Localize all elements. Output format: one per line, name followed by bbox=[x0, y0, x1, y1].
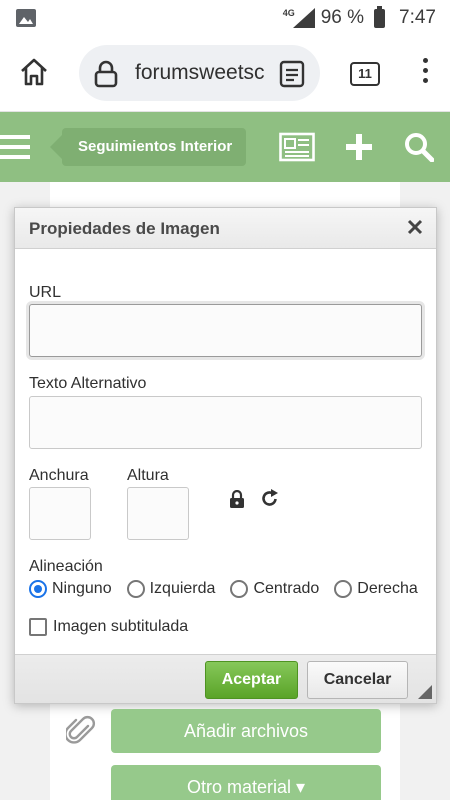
add-files-button[interactable]: Añadir archivos bbox=[111, 709, 381, 753]
battery-percent: 96 % bbox=[320, 7, 365, 28]
height-input[interactable] bbox=[127, 487, 189, 540]
status-bar: 4G 96 % 7:47 bbox=[0, 0, 450, 36]
plus-icon[interactable] bbox=[346, 134, 372, 160]
reset-size-icon[interactable] bbox=[261, 488, 279, 508]
align-option-left[interactable]: Izquierda bbox=[126, 580, 216, 598]
align-option-label: Ninguno bbox=[52, 580, 112, 597]
address-bar[interactable]: forumsweetsc bbox=[79, 45, 320, 101]
image-icon bbox=[16, 9, 36, 27]
cancel-button[interactable]: Cancelar bbox=[307, 661, 408, 699]
reader-mode-icon[interactable] bbox=[279, 60, 305, 88]
image-properties-dialog: Propiedades de Imagen URL Texto Alternat… bbox=[14, 207, 437, 704]
url-label: URL bbox=[29, 284, 62, 301]
caption-checkbox[interactable] bbox=[29, 618, 47, 636]
close-icon[interactable] bbox=[406, 218, 424, 236]
network-type: 4G bbox=[282, 8, 295, 18]
width-label: Anchura bbox=[29, 467, 89, 484]
site-navbar: Seguimientos Interior bbox=[0, 112, 450, 182]
home-icon[interactable] bbox=[18, 56, 50, 88]
alignment-radio-group: Ninguno Izquierda Centrado Derecha bbox=[29, 580, 418, 598]
tab-switcher-button[interactable]: 11 bbox=[350, 62, 380, 86]
dialog-header: Propiedades de Imagen bbox=[15, 208, 436, 249]
battery-icon bbox=[374, 5, 386, 28]
resize-grip-icon[interactable] bbox=[418, 685, 432, 699]
lock-icon bbox=[94, 60, 118, 88]
align-option-right[interactable]: Derecha bbox=[334, 580, 418, 598]
url-input[interactable] bbox=[29, 304, 422, 357]
more-vert-icon[interactable] bbox=[415, 58, 435, 90]
clock: 7:47 bbox=[399, 7, 436, 28]
align-option-label: Centrado bbox=[253, 580, 320, 597]
width-input[interactable] bbox=[29, 487, 91, 540]
paperclip-icon bbox=[66, 716, 95, 744]
search-icon[interactable] bbox=[404, 132, 434, 162]
radio-left[interactable] bbox=[126, 580, 145, 598]
other-material-button[interactable]: Otro material ▾ bbox=[111, 765, 381, 800]
alt-text-label: Texto Alternativo bbox=[29, 375, 147, 392]
align-option-label: Izquierda bbox=[149, 580, 216, 597]
radio-none[interactable] bbox=[29, 580, 47, 598]
alt-text-input[interactable] bbox=[29, 396, 422, 449]
radio-center[interactable] bbox=[230, 580, 249, 598]
dialog-title: Propiedades de Imagen bbox=[29, 219, 220, 238]
accept-button[interactable]: Aceptar bbox=[205, 661, 298, 699]
align-option-center[interactable]: Centrado bbox=[230, 580, 319, 598]
radio-right[interactable] bbox=[334, 580, 353, 598]
align-option-label: Derecha bbox=[357, 580, 418, 597]
height-label: Altura bbox=[127, 467, 169, 484]
forum-breadcrumb[interactable]: Seguimientos Interior bbox=[49, 128, 247, 166]
signal-icon: 4G bbox=[283, 8, 315, 28]
caption-label: Imagen subtitulada bbox=[53, 618, 189, 635]
alignment-label: Alineación bbox=[29, 558, 103, 575]
hamburger-icon[interactable] bbox=[0, 135, 30, 159]
dialog-footer: Aceptar Cancelar bbox=[15, 654, 436, 703]
news-icon[interactable] bbox=[279, 132, 315, 162]
align-option-none[interactable]: Ninguno bbox=[29, 580, 112, 598]
caption-checkbox-row[interactable]: Imagen subtitulada bbox=[29, 618, 188, 636]
url-text: forumsweetsc bbox=[135, 61, 265, 84]
browser-toolbar: forumsweetsc 11 bbox=[0, 36, 450, 112]
aspect-lock-icon[interactable] bbox=[229, 490, 245, 508]
